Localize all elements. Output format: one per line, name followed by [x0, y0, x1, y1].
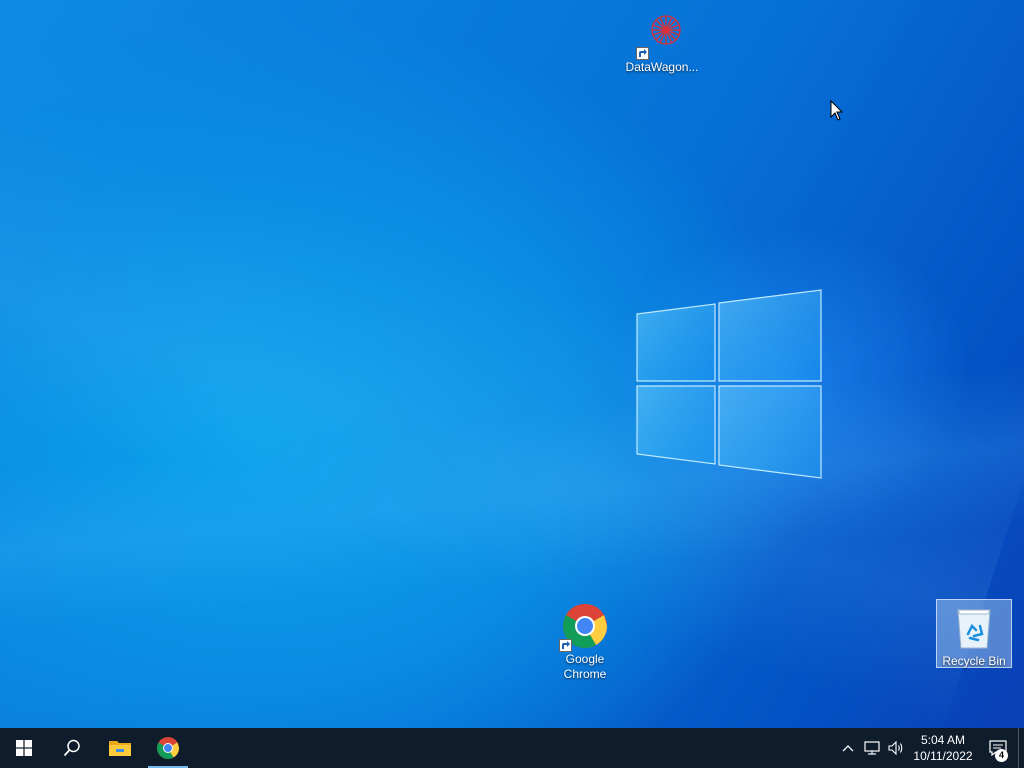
action-center-button[interactable]: 4 — [978, 728, 1018, 768]
start-icon — [16, 740, 32, 756]
show-hidden-icons-button[interactable] — [836, 728, 860, 768]
chrome-taskbar-button[interactable] — [144, 728, 192, 768]
desktop-icon-datawagon[interactable]: DataWagon... — [624, 6, 700, 75]
show-desktop-button[interactable] — [1018, 728, 1024, 768]
chevron-up-icon — [842, 745, 854, 752]
desktop-icon-label: Recycle Bin — [942, 654, 1006, 668]
notification-count-badge: 4 — [995, 749, 1008, 762]
start-button[interactable] — [0, 728, 48, 768]
desktop-icon-label: Chrome — [563, 667, 607, 681]
volume-button[interactable] — [884, 728, 908, 768]
search-button[interactable] — [48, 728, 96, 768]
clock-date: 10/11/2022 — [913, 749, 973, 763]
datawagon-icon — [636, 10, 686, 60]
desktop-icon-label: Google — [565, 652, 605, 666]
recycle-bin-icon — [950, 604, 998, 652]
file-explorer-button[interactable] — [96, 728, 144, 768]
desktop-icon-google-chrome[interactable]: Google Chrome — [547, 598, 623, 682]
shortcut-arrow-icon — [636, 47, 649, 60]
desktop-icon-label: DataWagon... — [625, 60, 699, 74]
clock-time: 5:04 AM — [920, 733, 966, 747]
file-explorer-icon — [109, 741, 131, 756]
system-tray: 5:04 AM 10/11/2022 4 — [836, 728, 1024, 768]
shortcut-arrow-icon — [559, 639, 572, 652]
network-button[interactable] — [860, 728, 884, 768]
taskbar: 5:04 AM 10/11/2022 4 — [0, 728, 1024, 768]
chrome-icon — [559, 602, 609, 652]
clock[interactable]: 5:04 AM 10/11/2022 — [908, 732, 978, 764]
volume-icon — [888, 741, 903, 755]
windows-wallpaper-logo — [636, 289, 822, 479]
desktop-icon-recycle-bin[interactable]: Recycle Bin — [936, 599, 1012, 668]
network-icon — [864, 741, 880, 755]
chrome-icon — [157, 737, 179, 759]
desktop-background[interactable]: DataWagon... Google Chrome Recycle Bin — [0, 0, 1024, 728]
search-icon — [63, 739, 80, 757]
mouse-cursor-icon — [830, 100, 844, 121]
